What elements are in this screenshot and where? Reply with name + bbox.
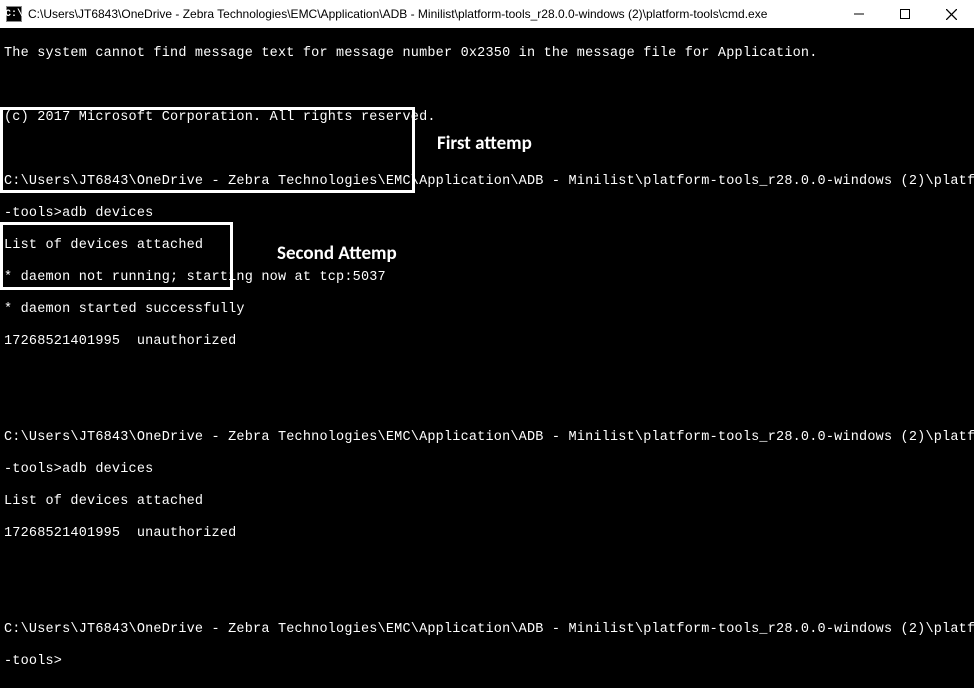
terminal-line: List of devices attached (4, 494, 970, 510)
terminal-line: The system cannot find message text for … (4, 46, 970, 62)
terminal-line (4, 398, 970, 414)
terminal-line (4, 558, 970, 574)
close-button[interactable] (928, 0, 974, 28)
terminal-line: -tools>adb devices (4, 462, 970, 478)
first-attempt-annotation: First attemp (437, 132, 532, 155)
maximize-button[interactable] (882, 0, 928, 28)
terminal-output[interactable]: The system cannot find message text for … (0, 28, 974, 688)
window-title: C:\Users\JT6843\OneDrive - Zebra Technol… (28, 7, 836, 21)
terminal-line: List of devices attached (4, 238, 970, 254)
terminal-line: * daemon started successfully (4, 302, 970, 318)
cmd-icon: C:\ (6, 6, 22, 22)
window-controls (836, 0, 974, 28)
terminal-line: C:\Users\JT6843\OneDrive - Zebra Technol… (4, 430, 970, 446)
terminal-line: 17268521401995 unauthorized (4, 334, 970, 350)
terminal-line (4, 78, 970, 94)
window-titlebar: C:\ C:\Users\JT6843\OneDrive - Zebra Tec… (0, 0, 974, 28)
terminal-line: 17268521401995 unauthorized (4, 526, 970, 542)
terminal-line: C:\Users\JT6843\OneDrive - Zebra Technol… (4, 622, 970, 638)
terminal-line: -tools>adb devices (4, 206, 970, 222)
second-attempt-annotation: Second Attemp (277, 242, 397, 265)
terminal-line: (c) 2017 Microsoft Corporation. All righ… (4, 110, 970, 126)
terminal-line: * daemon not running; starting now at tc… (4, 270, 970, 286)
terminal-line: C:\Users\JT6843\OneDrive - Zebra Technol… (4, 174, 970, 190)
minimize-button[interactable] (836, 0, 882, 28)
terminal-line (4, 590, 970, 606)
terminal-line (4, 366, 970, 382)
terminal-line: -tools> (4, 654, 970, 670)
